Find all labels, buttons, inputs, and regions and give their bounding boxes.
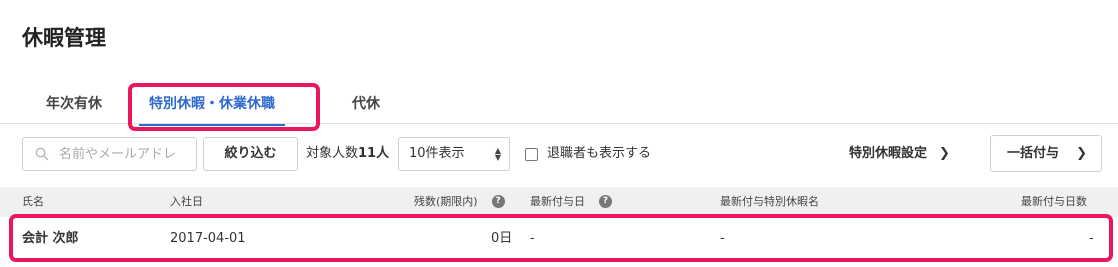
column-header-last-grant-leave-name: 最新付与特別休暇名 (720, 195, 819, 208)
updown-arrows-icon: ▲ ▼ (494, 146, 501, 162)
bulk-grant-label: 一括付与 (1007, 146, 1060, 161)
column-header-last-grant-date-label: 最新付与日 (530, 195, 585, 208)
special-leave-settings-link[interactable]: 特別休暇設定 ❯ (849, 137, 950, 171)
chevron-right-icon: ❯ (1076, 146, 1087, 161)
count-label: 対象人数 (306, 146, 359, 161)
page-size-value: 10件表示 (409, 146, 465, 161)
help-icon[interactable]: ? (599, 194, 612, 208)
settings-link-label: 特別休暇設定 (849, 146, 928, 161)
tab-compensatory-leave[interactable]: 代休 (340, 84, 392, 124)
tab-annual-leave[interactable]: 年次有休 (34, 84, 114, 124)
chevron-right-icon: ❯ (939, 146, 950, 161)
tab-label: 代休 (352, 96, 380, 112)
column-header-hire-date: 入社日 (170, 195, 203, 208)
column-header-remaining-label: 残数(期限内) (414, 195, 478, 208)
page-size-select[interactable]: 10件表示 ▲ ▼ (398, 137, 510, 171)
row-highlight-annotation (9, 214, 1113, 262)
bulk-grant-button[interactable]: 一括付与 ❯ (990, 135, 1102, 172)
table-header: 氏名 入社日 残数(期限内)? 最新付与日? 最新付与特別休暇名 最新付与日数 (0, 187, 1118, 217)
show-retired-label: 退職者も表示する (547, 146, 652, 161)
count-value: 11人 (358, 146, 390, 161)
target-count: 対象人数11人 (306, 137, 389, 171)
tab-highlight-annotation (128, 83, 320, 131)
show-retired-checkbox[interactable] (525, 148, 538, 161)
tab-label: 年次有休 (46, 96, 102, 112)
search-box[interactable] (22, 137, 197, 171)
column-header-last-grant-date: 最新付与日? (530, 187, 612, 217)
page-title: 休暇管理 (22, 26, 106, 50)
filter-button[interactable]: 絞り込む (203, 137, 298, 171)
toolbar: 絞り込む 対象人数11人 10件表示 ▲▼ 退職者も表示する 特別休暇設定 ❯ 一… (0, 135, 1118, 173)
search-icon (35, 147, 49, 161)
search-input[interactable] (59, 138, 193, 170)
column-header-last-grant-days: 最新付与日数 (1021, 195, 1087, 208)
column-header-name: 氏名 (22, 195, 44, 208)
help-icon[interactable]: ? (491, 194, 505, 208)
column-header-remaining: 残数(期限内)? (414, 187, 505, 217)
